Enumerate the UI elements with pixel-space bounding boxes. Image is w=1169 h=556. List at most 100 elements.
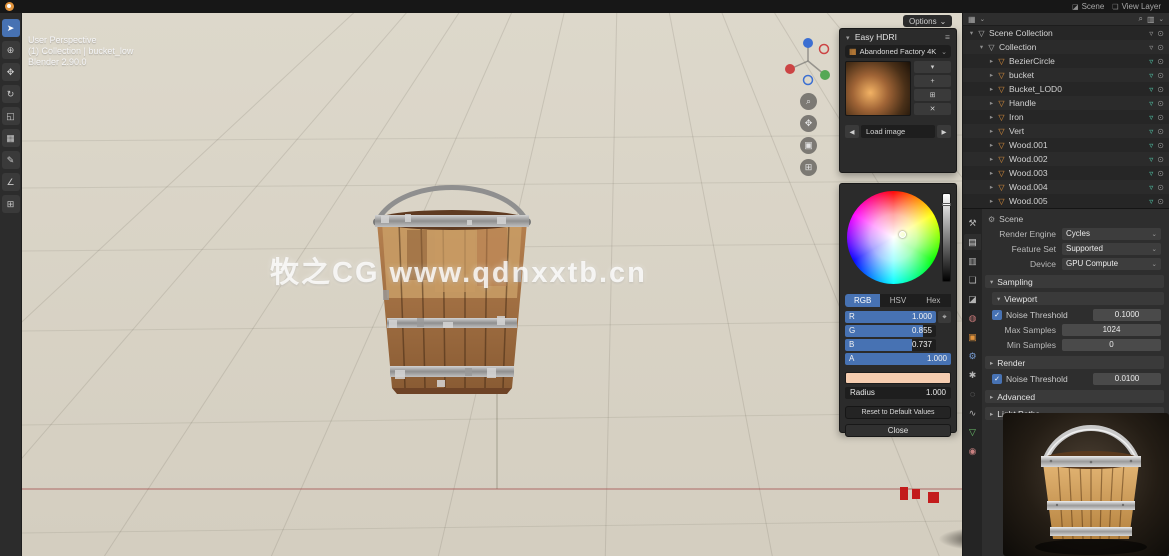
disclosure-icon[interactable]: ▸ — [987, 155, 996, 163]
chevron-down-icon[interactable]: ⌄ — [1159, 15, 1164, 23]
noise-threshold-checkbox[interactable]: ✓ — [992, 309, 1002, 320]
eye-visibility-icon[interactable]: ⊙ — [1157, 183, 1164, 192]
eye-visibility-icon[interactable]: ⊙ — [1157, 99, 1164, 108]
object-name[interactable]: BezierCircle — [1009, 56, 1055, 66]
measure-tool[interactable]: ∠ — [1, 173, 20, 191]
view-layer-tab[interactable]: ❏ — [964, 272, 981, 288]
duplicate-button[interactable]: ⊞ — [914, 89, 951, 101]
color-mode-tab[interactable]: HSV — [880, 294, 916, 307]
camera-view-button[interactable]: ▣ — [800, 137, 817, 154]
Wood.004[interactable]: ▸ ▽ Wood.004 ▿ ⊙ — [963, 180, 1169, 194]
disclosure-icon[interactable]: ▸ — [987, 141, 996, 149]
hdri-preset-dropdown[interactable]: ▦ Abandoned Factory 4K ⌄ — [845, 45, 951, 58]
object-name[interactable]: bucket — [1009, 70, 1034, 80]
search-icon[interactable]: ⌕ — [1139, 14, 1143, 24]
advanced-section-header[interactable]: ▸ Advanced — [985, 390, 1164, 403]
Wood.002[interactable]: ▸ ▽ Wood.002 ▿ ⊙ — [963, 152, 1169, 166]
noise-threshold-checkbox[interactable]: ✓ — [992, 373, 1002, 384]
perspective-toggle-button[interactable]: ⊞ — [800, 159, 817, 176]
Scene Collection[interactable]: ▾ ▽ Scene Collection ▿ ⊙ — [963, 26, 1169, 40]
eye-visibility-icon[interactable]: ⊙ — [1157, 85, 1164, 94]
data-badge-icon[interactable]: ▿ — [1149, 29, 1153, 38]
disclosure-icon[interactable]: ▸ — [987, 57, 996, 65]
data-badge-icon[interactable]: ▿ — [1149, 169, 1153, 178]
min-samples-field[interactable]: 0 — [1062, 338, 1161, 351]
eye-visibility-icon[interactable]: ⊙ — [1157, 141, 1164, 150]
noise-threshold-field[interactable]: 0.0100 — [1093, 372, 1161, 385]
data-badge-icon[interactable]: ▿ — [1149, 127, 1153, 136]
feature-set-dropdown[interactable]: Supported ⌄ — [1062, 242, 1161, 255]
world-tab[interactable]: ◍ — [964, 310, 981, 326]
eyedropper-button[interactable]: ⌖ — [938, 311, 951, 323]
cursor-tool[interactable]: ⊕ — [1, 41, 20, 59]
physics-tab[interactable]: ◌ — [964, 386, 981, 402]
data-badge-icon[interactable]: ▿ — [1149, 141, 1153, 150]
unlink-button[interactable]: ✕ — [914, 103, 951, 115]
view-layer-selector[interactable]: ❏ View Layer — [1112, 2, 1161, 11]
hdri-preview-thumbnail[interactable] — [845, 61, 911, 116]
blender-logo-icon[interactable] — [5, 2, 14, 11]
output-tab[interactable]: ▥ — [964, 253, 981, 269]
scene-selector[interactable]: ◪ Scene — [1072, 2, 1104, 11]
eye-visibility-icon[interactable]: ⊙ — [1157, 197, 1164, 206]
data-badge-icon[interactable]: ▿ — [1149, 183, 1153, 192]
eye-visibility-icon[interactable]: ⊙ — [1157, 169, 1164, 178]
eye-visibility-icon[interactable]: ⊙ — [1157, 71, 1164, 80]
rotate-tool[interactable]: ↻ — [1, 85, 20, 103]
object-name[interactable]: Wood.003 — [1009, 168, 1048, 178]
move-tool[interactable]: ✥ — [1, 63, 20, 81]
render-engine-dropdown[interactable]: Cycles ⌄ — [1062, 227, 1161, 240]
current-color-swatch[interactable] — [845, 372, 951, 384]
display-mode-icon[interactable]: ▦ — [968, 15, 976, 24]
particles-tab[interactable]: ✱ — [964, 367, 981, 383]
disclosure-icon[interactable]: ▾ — [977, 43, 986, 51]
Collection[interactable]: ▾ ▽ Collection ▿ ⊙ — [963, 40, 1169, 54]
select-tool[interactable]: ➤ — [1, 19, 20, 37]
color-mode-tab[interactable]: RGB — [845, 294, 881, 307]
eye-visibility-icon[interactable]: ⊙ — [1157, 113, 1164, 122]
zoom-button[interactable]: ⌕ — [800, 93, 817, 110]
pan-button[interactable]: ✥ — [800, 115, 817, 132]
transform-tool[interactable]: ▦ — [1, 129, 20, 147]
radius-slider[interactable]: Radius 1.000 — [845, 387, 951, 399]
data-tab[interactable]: ▽ — [964, 424, 981, 440]
object-name[interactable]: Collection — [999, 42, 1036, 52]
data-badge-icon[interactable]: ▿ — [1149, 113, 1153, 122]
data-badge-icon[interactable]: ▿ — [1149, 43, 1153, 52]
scale-tool[interactable]: ◱ — [1, 107, 20, 125]
eye-visibility-icon[interactable]: ⊙ — [1157, 155, 1164, 164]
alpha-slider[interactable]: A 1.000 — [845, 353, 951, 365]
load-image-field[interactable]: Load image — [861, 125, 935, 138]
tool-tab[interactable]: ⚒ — [964, 215, 981, 231]
next-image-button[interactable]: ▶ — [937, 125, 951, 138]
disclosure-icon[interactable]: ▸ — [987, 71, 996, 79]
noise-threshold-field[interactable]: 0.1000 — [1093, 308, 1161, 321]
options-dropdown[interactable]: Options ⌄ — [903, 15, 953, 27]
eye-visibility-icon[interactable]: ⊙ — [1157, 29, 1164, 38]
data-badge-icon[interactable]: ▿ — [1149, 57, 1153, 66]
color-wheel-marker[interactable] — [899, 231, 906, 238]
modifiers-tab[interactable]: ⚙ — [964, 348, 981, 364]
object-name[interactable]: Wood.001 — [1009, 140, 1048, 150]
scene-tab[interactable]: ◪ — [964, 291, 981, 307]
eye-visibility-icon[interactable]: ⊙ — [1157, 57, 1164, 66]
Wood.003[interactable]: ▸ ▽ Wood.003 ▿ ⊙ — [963, 166, 1169, 180]
constraints-tab[interactable]: ∿ — [964, 405, 981, 421]
object-name[interactable]: Vert — [1009, 126, 1024, 136]
add-cube-tool[interactable]: ⊞ — [1, 195, 20, 213]
data-badge-icon[interactable]: ▿ — [1149, 99, 1153, 108]
prev-image-button[interactable]: ◀ — [845, 125, 859, 138]
color-channel-slider[interactable]: R 1.000 — [845, 311, 936, 323]
disclosure-icon[interactable]: ▸ — [987, 113, 996, 121]
disclosure-icon[interactable]: ▾ — [967, 29, 976, 37]
object-name[interactable]: Bucket_LOD0 — [1009, 84, 1062, 94]
data-badge-icon[interactable]: ▿ — [1149, 71, 1153, 80]
Wood.005[interactable]: ▸ ▽ Wood.005 ▿ ⊙ — [963, 194, 1169, 208]
disclosure-icon[interactable]: ▸ — [987, 127, 996, 135]
bucket[interactable]: ▸ ▽ bucket ▿ ⊙ — [963, 68, 1169, 82]
menu-item[interactable] — [56, 0, 66, 13]
object-name[interactable]: Wood.004 — [1009, 182, 1048, 192]
menu-item[interactable] — [32, 0, 42, 13]
Iron[interactable]: ▸ ▽ Iron ▿ ⊙ — [963, 110, 1169, 124]
eye-visibility-icon[interactable]: ⊙ — [1157, 127, 1164, 136]
